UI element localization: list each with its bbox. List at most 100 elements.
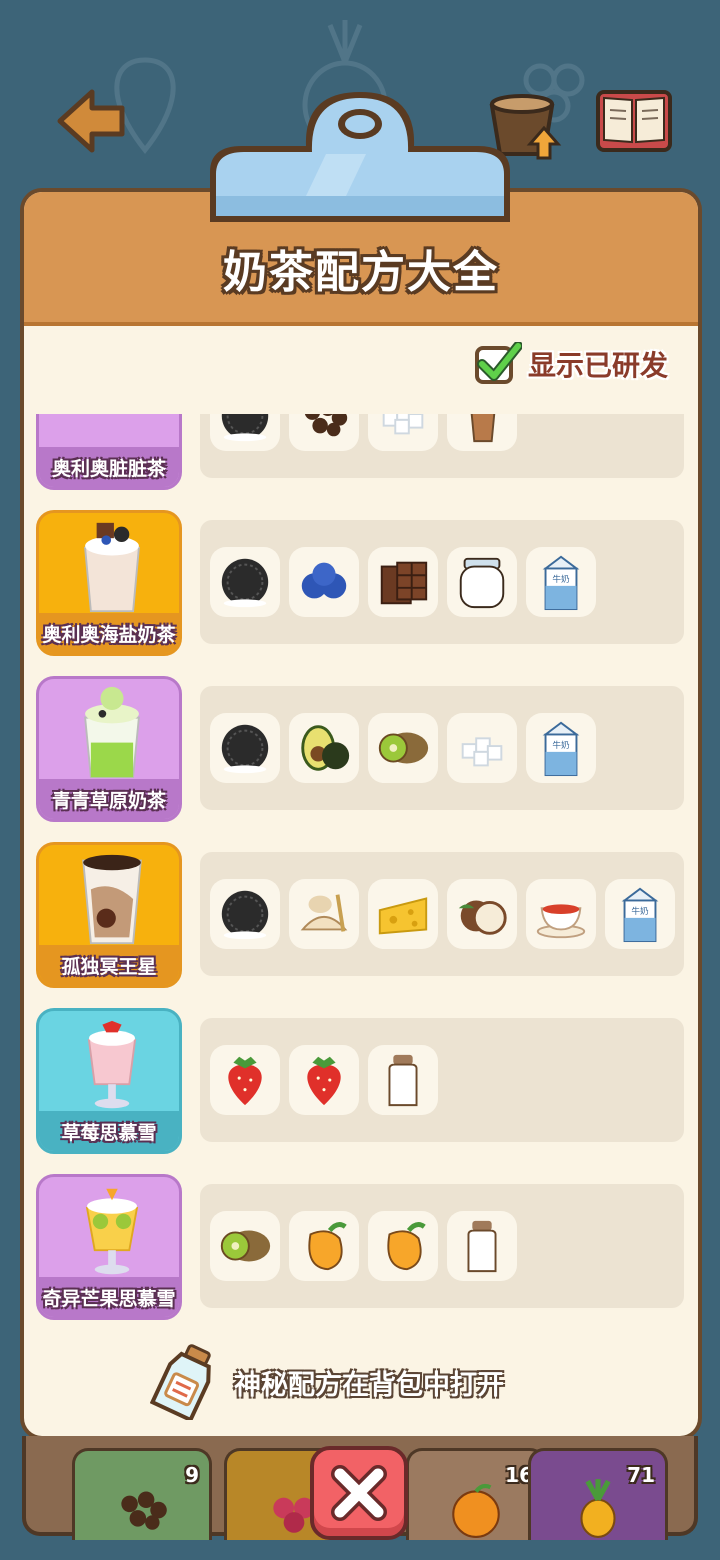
drink-card[interactable]: 奇异芒果思慕雪: [36, 1174, 182, 1320]
ingredient-slot[interactable]: [210, 547, 280, 617]
strawberry-icon: [228, 1056, 262, 1106]
ingredient-slot[interactable]: [368, 879, 438, 949]
sugar-cubes-icon: [461, 737, 503, 767]
clipboard-clip: [210, 92, 510, 222]
recipe-row[interactable]: 青青草原奶茶 牛奶: [36, 676, 688, 822]
ingredient-slot[interactable]: 牛奶: [526, 547, 596, 617]
recipe-row[interactable]: 奇异芒果思慕雪: [36, 1174, 688, 1320]
strawberry-icon: [307, 1056, 341, 1106]
drink-name: 奥利奥海盐奶茶: [39, 613, 179, 653]
oats-icon: [300, 894, 348, 932]
drink-name: 孤独冥王星: [39, 945, 179, 985]
ingredient-slot[interactable]: [210, 1045, 280, 1115]
checkbox-icon[interactable]: [474, 342, 522, 386]
ingredient-slot[interactable]: [289, 1211, 359, 1281]
bottle-icon: [150, 1344, 211, 1420]
avocado-icon: [301, 725, 350, 771]
milk-bottle-icon: [388, 1054, 418, 1107]
ingredient-slot[interactable]: [368, 713, 438, 783]
hint-text: 神秘配方在背包中打开: [234, 1369, 504, 1401]
ingredient-slot[interactable]: [289, 414, 359, 451]
drink-cup-icon: [87, 1020, 137, 1109]
ingredient-slot[interactable]: [368, 1211, 438, 1281]
close-button[interactable]: [310, 1446, 408, 1540]
recipe-list[interactable]: 奥利奥脏脏茶 奥利奥海盐奶茶 牛奶 青青草原奶茶 牛奶 孤独冥王星 牛奶 草莓思慕雪 奇异芒果思…: [24, 414, 698, 1332]
recipe-book-icon[interactable]: [596, 88, 672, 154]
pineapple-icon: [580, 1479, 616, 1538]
drink-card[interactable]: 孤独冥王星: [36, 842, 182, 988]
ingredient-strip: 牛奶: [200, 520, 684, 644]
ingredient-slot[interactable]: [368, 547, 438, 617]
tapioca-icon: [304, 414, 348, 437]
ingredient-slot[interactable]: [447, 1211, 517, 1281]
coffee-cup-icon: [470, 414, 496, 443]
ingredient-slot[interactable]: [526, 879, 596, 949]
ingredient-slot[interactable]: [210, 414, 280, 451]
mystery-recipe-hint: 神秘配方在背包中打开: [150, 1342, 504, 1422]
kiwi-icon: [220, 1230, 271, 1262]
page-title: 奶茶配方大全: [223, 247, 499, 298]
ingredient-slot[interactable]: [289, 547, 359, 617]
ingredient-slot[interactable]: [210, 713, 280, 783]
oreo-icon: [221, 890, 269, 940]
orange-icon: [452, 1483, 500, 1538]
drink-card[interactable]: 奥利奥脏脏茶: [36, 414, 182, 490]
svg-text:牛奶: 牛奶: [552, 739, 570, 751]
milk-carton-icon: 牛奶: [542, 721, 580, 777]
blueberry-icon: [301, 562, 347, 599]
ingredient-slot[interactable]: [368, 414, 438, 451]
recipe-board: 奶茶配方大全 显示已研发 奥利奥脏脏茶 奥利奥海盐奶茶 牛奶 青青草原奶茶 牛奶 孤独冥王…: [20, 188, 702, 1440]
ingredient-slot[interactable]: [447, 879, 517, 949]
ingredient-slot[interactable]: [289, 713, 359, 783]
ingredient-strip: [200, 1018, 684, 1142]
back-arrow-icon[interactable]: [56, 88, 128, 154]
cream-jar-icon: [459, 557, 505, 609]
toggle-label: 显示已研发: [527, 349, 668, 382]
drink-cup-icon: [85, 1188, 139, 1275]
drink-card[interactable]: 草莓思慕雪: [36, 1008, 182, 1154]
drink-name: 草莓思慕雪: [39, 1111, 179, 1151]
ingredient-slot[interactable]: [289, 1045, 359, 1115]
tray-count: 71: [627, 1463, 655, 1487]
drink-name: 奇异芒果思慕雪: [39, 1277, 179, 1317]
drink-cup-icon: [82, 854, 142, 945]
milk-carton-icon: 牛奶: [542, 555, 580, 611]
ingredient-slot[interactable]: [368, 1045, 438, 1115]
mango-icon: [387, 1222, 426, 1271]
kiwi-icon: [378, 732, 429, 764]
recipe-row[interactable]: 奥利奥海盐奶茶 牛奶: [36, 510, 688, 656]
drink-name: 奥利奥脏脏茶: [39, 447, 179, 487]
milk-carton-icon: 牛奶: [621, 887, 659, 943]
recipe-row[interactable]: 草莓思慕雪: [36, 1008, 688, 1154]
drink-card[interactable]: 青青草原奶茶: [36, 676, 182, 822]
drink-cup-icon: [84, 522, 140, 613]
recipe-panel: 奶茶配方大全 显示已研发 奥利奥脏脏茶 奥利奥海盐奶茶 牛奶 青青草原奶茶 牛奶 孤独冥王…: [24, 192, 698, 1436]
mango-icon: [308, 1222, 347, 1271]
recipe-row[interactable]: 孤独冥王星 牛奶: [36, 842, 688, 988]
ingredient-strip: [200, 414, 684, 478]
ingredient-slot[interactable]: [210, 1211, 280, 1281]
ingredient-slot[interactable]: [447, 547, 517, 617]
tray-slot-pineapple[interactable]: 71: [528, 1448, 668, 1540]
show-researched-toggle[interactable]: 显示已研发: [474, 342, 668, 386]
cheese-icon: [378, 897, 428, 935]
svg-text:牛奶: 牛奶: [631, 905, 649, 917]
tray-slot-tapioca[interactable]: 9: [72, 1448, 212, 1540]
ingredient-strip: 牛奶: [200, 686, 684, 810]
oreo-icon: [221, 414, 269, 442]
oreo-icon: [221, 558, 269, 608]
close-icon: [331, 1465, 387, 1521]
ingredient-slot[interactable]: 牛奶: [526, 713, 596, 783]
ingredient-slot[interactable]: [289, 879, 359, 949]
milk-bottle-icon: [467, 1220, 497, 1273]
tapioca-icon: [121, 1491, 167, 1530]
ingredient-slot[interactable]: [447, 713, 517, 783]
tray-slot-orange[interactable]: 16: [406, 1448, 546, 1540]
ingredient-slot[interactable]: [210, 879, 280, 949]
ingredient-slot[interactable]: 牛奶: [605, 879, 675, 949]
oreo-icon: [221, 724, 269, 774]
ingredient-slot[interactable]: [447, 414, 517, 451]
recipe-row[interactable]: 奥利奥脏脏茶: [36, 414, 688, 490]
drink-card[interactable]: 奥利奥海盐奶茶: [36, 510, 182, 656]
ingredient-strip: [200, 1184, 684, 1308]
